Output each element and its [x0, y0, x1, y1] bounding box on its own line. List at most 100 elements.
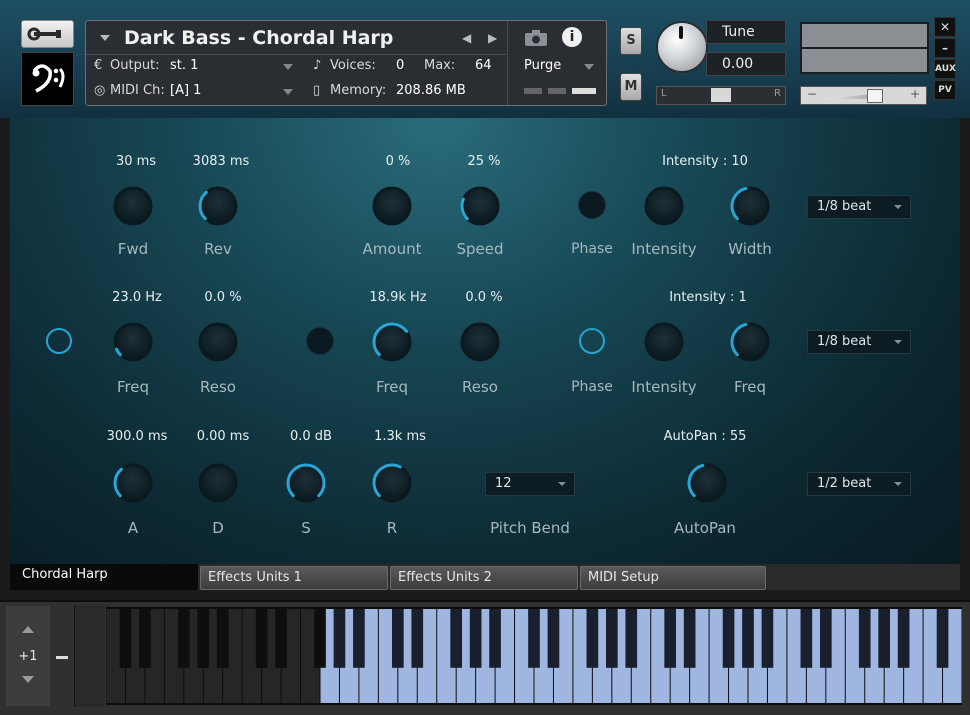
black-key[interactable]: [742, 609, 754, 668]
sustain-knob[interactable]: [286, 463, 326, 503]
autopan-knob[interactable]: [687, 463, 727, 503]
output-value[interactable]: st. 1: [170, 58, 198, 73]
black-key[interactable]: [528, 609, 540, 668]
beat-dropdown-3[interactable]: 1/2 beat: [807, 472, 911, 496]
black-key[interactable]: [197, 609, 210, 668]
black-key[interactable]: [722, 609, 735, 668]
tune-value[interactable]: 0.00: [706, 52, 786, 76]
black-key[interactable]: [936, 609, 949, 668]
black-key[interactable]: [411, 609, 424, 668]
knob-level-ring: [198, 186, 238, 226]
black-key[interactable]: [119, 609, 132, 668]
close-button[interactable]: ✕: [934, 17, 956, 37]
black-key[interactable]: [469, 609, 482, 668]
black-key[interactable]: [761, 609, 774, 668]
next-instrument-arrow[interactable]: ▶: [488, 31, 497, 45]
tab-effects-units-2[interactable]: Effects Units 2: [390, 566, 578, 590]
black-key[interactable]: [664, 609, 677, 668]
volume-slider-handle[interactable]: [867, 89, 883, 103]
info-icon[interactable]: i: [562, 27, 582, 47]
minimize-icon: –: [942, 41, 948, 55]
prev-instrument-arrow[interactable]: ◀: [462, 31, 471, 45]
volume-slider[interactable]: − +: [800, 86, 927, 105]
wrench-button[interactable]: [21, 20, 74, 48]
reso1-knob[interactable]: [198, 322, 238, 362]
pan-slider-handle[interactable]: [711, 88, 731, 102]
black-key[interactable]: [216, 609, 229, 668]
black-key[interactable]: [391, 609, 404, 668]
camera-button[interactable]: [524, 29, 548, 51]
output-icon: €: [94, 58, 103, 73]
freq2-knob[interactable]: [372, 322, 412, 362]
tab-midi-setup[interactable]: MIDI Setup: [580, 566, 766, 590]
black-key[interactable]: [547, 609, 560, 668]
midi-channel-value[interactable]: [A] 1: [170, 83, 201, 98]
amount-knob[interactable]: [372, 186, 412, 226]
memory-icon: ▯: [313, 83, 321, 98]
max-voices-value[interactable]: 64: [475, 58, 492, 73]
black-key[interactable]: [800, 609, 813, 668]
minimize-button[interactable]: –: [934, 38, 956, 58]
freq1-knob[interactable]: [113, 322, 153, 362]
reso2-knob[interactable]: [460, 322, 500, 362]
black-key[interactable]: [489, 609, 501, 668]
black-key[interactable]: [353, 609, 365, 668]
fwd-knob[interactable]: [113, 186, 153, 226]
freq3-knob[interactable]: [730, 322, 770, 362]
black-key[interactable]: [586, 609, 599, 668]
black-key[interactable]: [605, 609, 618, 668]
beat-dropdown-2[interactable]: 1/8 beat: [807, 330, 911, 354]
tab-effects-units-1[interactable]: Effects Units 1: [200, 566, 388, 590]
intensity-knob-2[interactable]: [644, 322, 684, 362]
phase-toggle-1[interactable]: [579, 192, 605, 218]
midi-dropdown-arrow[interactable]: [283, 89, 293, 95]
filter2-enable-toggle[interactable]: [307, 328, 333, 354]
instrument-menu-arrow[interactable]: [100, 35, 110, 41]
attack-knob[interactable]: [113, 463, 153, 503]
tune-knob[interactable]: [656, 21, 708, 73]
black-key[interactable]: [275, 609, 287, 668]
black-key[interactable]: [333, 609, 346, 668]
black-key[interactable]: [858, 609, 871, 668]
width-knob[interactable]: [730, 186, 770, 226]
black-key[interactable]: [450, 609, 463, 668]
output-dropdown-arrow[interactable]: [283, 64, 293, 70]
tab-chordal-harp[interactable]: Chordal Harp: [10, 564, 198, 590]
instrument-name[interactable]: Dark Bass - Chordal Harp: [124, 27, 393, 49]
pitch-wheel[interactable]: [74, 605, 105, 707]
octave-up-arrow[interactable]: [22, 626, 34, 633]
black-key[interactable]: [177, 609, 190, 668]
dropdown-arrow-icon: [558, 482, 566, 486]
intensity-knob-1[interactable]: [644, 186, 684, 226]
release-knob[interactable]: [372, 463, 412, 503]
speed-label: Speed: [456, 240, 504, 258]
beat-dropdown-1[interactable]: 1/8 beat: [807, 195, 911, 219]
pitch-bend-dropdown[interactable]: 12: [485, 472, 575, 496]
octave-down-arrow[interactable]: [22, 676, 34, 683]
phase-toggle-2[interactable]: [579, 328, 605, 354]
freq2-label: Freq: [375, 378, 409, 396]
black-key[interactable]: [683, 609, 696, 668]
purge-label[interactable]: Purge: [524, 58, 561, 73]
solo-button[interactable]: S: [620, 27, 642, 55]
reso1-value: 0.0 %: [204, 290, 242, 305]
piano-keyboard[interactable]: [106, 607, 962, 705]
knob-level-arc: [460, 197, 469, 221]
pan-slider[interactable]: L R: [656, 86, 786, 105]
black-key[interactable]: [878, 609, 891, 668]
aux-button[interactable]: AUX: [934, 59, 956, 79]
purge-dropdown-arrow[interactable]: [584, 64, 594, 70]
pv-button[interactable]: PV: [934, 80, 956, 100]
mod-wheel-marker[interactable]: [56, 656, 68, 659]
black-key[interactable]: [897, 609, 910, 668]
rev-knob[interactable]: [198, 186, 238, 226]
black-key[interactable]: [139, 609, 151, 668]
black-key[interactable]: [255, 609, 268, 668]
decay-knob[interactable]: [198, 463, 238, 503]
black-key[interactable]: [819, 609, 832, 668]
filter-enable-toggle[interactable]: [46, 328, 72, 354]
mute-button[interactable]: M: [620, 73, 642, 101]
speed-knob[interactable]: [460, 186, 500, 226]
black-key[interactable]: [314, 609, 326, 668]
black-key[interactable]: [625, 609, 638, 668]
